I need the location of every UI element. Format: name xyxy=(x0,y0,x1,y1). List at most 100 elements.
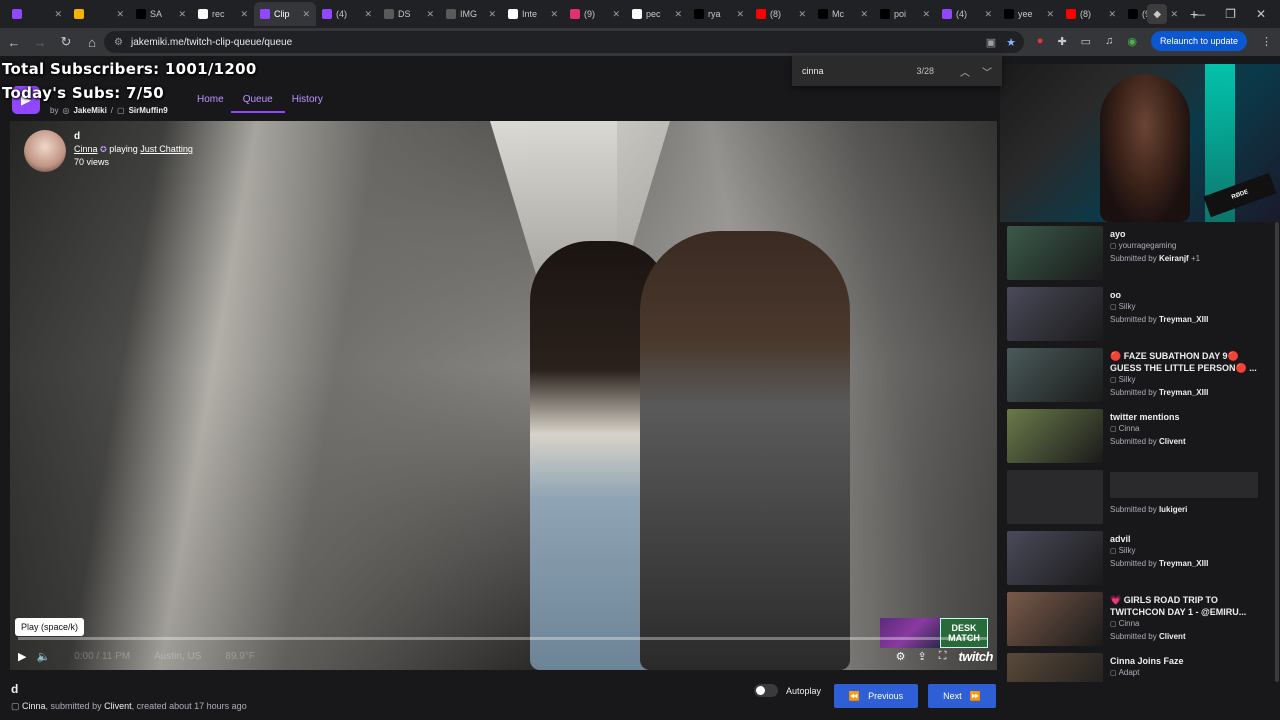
browser-tab[interactable]: rec ✕ xyxy=(192,2,254,26)
queue-item-channel: Silky xyxy=(1110,374,1260,387)
close-window-icon[interactable]: ✕ xyxy=(1256,7,1266,21)
reload-icon[interactable]: ↻ xyxy=(54,30,78,54)
author-link-2[interactable]: SirMuffin9 xyxy=(129,106,168,115)
clip-detail-channel[interactable]: Cinna xyxy=(22,701,46,711)
browser-tab[interactable]: yee ✕ xyxy=(998,2,1060,26)
next-button[interactable]: Next ⏩ xyxy=(928,684,996,708)
browser-tab[interactable]: ✕ xyxy=(68,2,130,26)
media-icon[interactable]: ♫ xyxy=(1105,35,1113,47)
tab-close-icon[interactable]: ✕ xyxy=(302,9,310,20)
find-prev-icon[interactable]: ︿ xyxy=(960,64,970,79)
queue-item[interactable]: ayoyourragegamingSubmitted by Keiranjf +… xyxy=(1007,224,1269,280)
browser-tab[interactable]: (4) ✕ xyxy=(316,2,378,26)
browser-tab[interactable]: ✕ xyxy=(6,2,68,26)
tab-label: IMG xyxy=(460,9,477,19)
queue-item[interactable]: twitter mentionsCinnaSubmitted by Cliven… xyxy=(1007,407,1269,463)
queue-item[interactable]: Cinna Joins FazeAdaptSubmitted by xyxy=(1007,651,1269,682)
tab-close-icon[interactable]: ✕ xyxy=(922,9,930,20)
fullscreen-icon[interactable]: ⛶ xyxy=(939,650,947,663)
address-bar[interactable]: ⚙ jakemiki.me/twitch-clip-queue/queue ▣ … xyxy=(104,31,1024,53)
progress-bar[interactable] xyxy=(18,637,988,640)
tab-close-icon[interactable]: ✕ xyxy=(1108,9,1116,20)
side-panel-icon[interactable]: ▭ xyxy=(1081,35,1091,48)
browser-tab[interactable]: Inte ✕ xyxy=(502,2,564,26)
submitter-name: Treyman_XIII xyxy=(1158,388,1209,397)
tab-close-icon[interactable]: ✕ xyxy=(364,9,372,20)
minimize-icon[interactable]: — xyxy=(1193,7,1205,21)
twitch-logo[interactable]: twitch xyxy=(958,649,993,664)
bookmark-star-icon[interactable]: ★ xyxy=(1006,36,1016,49)
tab-close-icon[interactable]: ✕ xyxy=(116,9,124,20)
queue-item[interactable]: advilSilkySubmitted by Treyman_XIII xyxy=(1007,529,1269,585)
queue-item[interactable]: Submitted by lukigeri xyxy=(1007,468,1269,524)
browser-toolbar: ← → ↻ ⌂ ⚙ jakemiki.me/twitch-clip-queue/… xyxy=(0,28,1280,56)
tab-close-icon[interactable]: ✕ xyxy=(488,9,496,20)
tab-close-icon[interactable]: ✕ xyxy=(984,9,992,20)
browser-tab[interactable]: (9) ✕ xyxy=(564,2,626,26)
browser-tab[interactable]: poi ✕ xyxy=(874,2,936,26)
volume-icon[interactable]: 🔈 xyxy=(36,650,50,663)
tab-close-icon[interactable]: ✕ xyxy=(798,9,806,20)
tab-close-icon[interactable]: ✕ xyxy=(860,9,868,20)
previous-button[interactable]: ⏪ Previous xyxy=(834,684,918,708)
tab-close-icon[interactable]: ✕ xyxy=(674,9,682,20)
author-link-1[interactable]: JakeMiki xyxy=(73,106,106,115)
queue-item[interactable]: 💗 GIRLS ROAD TRIP TO TWITCHCON DAY 1 - @… xyxy=(1007,590,1269,646)
tab-close-icon[interactable]: ✕ xyxy=(612,9,620,20)
tab-close-icon[interactable]: ✕ xyxy=(1046,9,1054,20)
find-next-icon[interactable]: ﹀ xyxy=(982,64,992,79)
queue-item[interactable]: 🔴 FAZE SUBATHON DAY 9🔴 GUESS THE LITTLE … xyxy=(1007,346,1269,402)
maximize-icon[interactable]: ❐ xyxy=(1225,7,1236,21)
autoplay-control[interactable]: Autoplay xyxy=(754,684,821,697)
submitted-by-text: , submitted by xyxy=(45,701,102,711)
channel-avatar[interactable] xyxy=(24,130,66,172)
find-input[interactable]: cinna xyxy=(802,66,824,76)
tab-label: Mc xyxy=(832,9,844,19)
tab-close-icon[interactable]: ✕ xyxy=(178,9,186,20)
tab-search-icon[interactable]: ◆ xyxy=(1147,4,1168,24)
browser-tab[interactable]: DS ✕ xyxy=(378,2,440,26)
home-icon[interactable]: ⌂ xyxy=(80,30,104,54)
scrollbar-track[interactable] xyxy=(1274,222,1280,682)
autoplay-toggle[interactable] xyxy=(754,684,778,697)
video-player[interactable] xyxy=(10,121,997,670)
puzzle-icon[interactable]: ✚ xyxy=(1057,35,1066,48)
menu-icon[interactable]: ⋮ xyxy=(1261,35,1272,48)
category-link[interactable]: Just Chatting xyxy=(140,144,193,154)
queue-item[interactable]: ooSilkySubmitted by Treyman_XIII xyxy=(1007,285,1269,341)
settings-icon[interactable]: ⚙ xyxy=(896,650,906,663)
nav-history[interactable]: History xyxy=(285,94,330,113)
scrollbar-thumb[interactable] xyxy=(1275,222,1279,682)
relaunch-button[interactable]: Relaunch to update xyxy=(1150,31,1247,51)
twitch-icon: ▢ xyxy=(117,106,125,115)
back-icon[interactable]: ← xyxy=(2,30,26,54)
tab-close-icon[interactable]: ✕ xyxy=(426,9,434,20)
browser-tab[interactable]: IMG ✕ xyxy=(440,2,502,26)
browser-tab[interactable]: rya ✕ xyxy=(688,2,750,26)
browser-tab[interactable]: (8) ✕ xyxy=(750,2,812,26)
clip-detail-submitter[interactable]: Clivent xyxy=(104,701,132,711)
channel-link[interactable]: Cinna xyxy=(74,144,98,154)
share-icon[interactable]: ⇪ xyxy=(918,650,927,663)
tab-close-icon[interactable]: ✕ xyxy=(240,9,248,20)
nav-queue[interactable]: Queue xyxy=(230,94,285,113)
page-icon[interactable]: ▣ xyxy=(986,36,996,49)
queue-item-title: Cinna Joins Faze xyxy=(1110,656,1184,666)
extension-icon[interactable]: ● xyxy=(1037,35,1044,47)
browser-tab[interactable]: (8) ✕ xyxy=(1060,2,1122,26)
browser-tab[interactable]: SA ✕ xyxy=(130,2,192,26)
tab-close-icon[interactable]: ✕ xyxy=(54,9,62,20)
tab-close-icon[interactable]: ✕ xyxy=(550,9,558,20)
tab-close-icon[interactable]: ✕ xyxy=(736,9,744,20)
browser-tab[interactable]: Mc ✕ xyxy=(812,2,874,26)
forward-icon[interactable]: → xyxy=(28,30,52,54)
browser-tab[interactable]: pec ✕ xyxy=(626,2,688,26)
site-info-icon[interactable]: ⚙ xyxy=(114,37,123,48)
browser-tab[interactable]: Clip ✕ xyxy=(254,2,316,26)
browser-tab[interactable]: (4) ✕ xyxy=(936,2,998,26)
profile-icon[interactable]: ◉ xyxy=(1127,35,1137,48)
nav-home[interactable]: Home xyxy=(190,94,231,113)
play-icon[interactable]: ▶ xyxy=(18,650,26,663)
tab-favicon-icon xyxy=(74,9,84,19)
tab-label: poi xyxy=(894,9,907,19)
